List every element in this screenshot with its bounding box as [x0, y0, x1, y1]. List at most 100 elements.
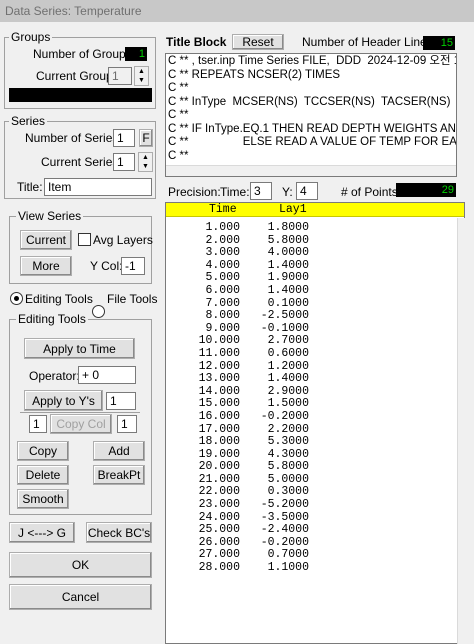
j-g-button[interactable]: J <---> G — [9, 522, 75, 543]
add-button[interactable]: Add — [93, 441, 145, 461]
current-group-spinner[interactable]: ▲ ▼ — [134, 66, 149, 86]
title-label: Title: — [17, 180, 43, 194]
header-lines-label: Number of Header Lines: — [302, 35, 437, 49]
precision-label: Precision: — [168, 185, 221, 199]
precision-time-input[interactable]: 3 — [250, 182, 272, 200]
table-row[interactable]: 16.000 -0.2000 — [166, 409, 464, 424]
lay1-cell: -2.4000 — [260, 523, 309, 537]
lay1-cell: -2.5000 — [260, 309, 309, 323]
title-block-line: C ** InType MCSER(NS) TCCSER(NS) TACSER(… — [168, 95, 451, 108]
time-cell: 18.000 — [198, 435, 240, 449]
lay1-cell: 4.0000 — [267, 246, 309, 260]
copy-col-to-input[interactable]: 1 — [117, 415, 137, 433]
table-row[interactable]: 13.000 1.4000 — [166, 373, 464, 386]
lay1-cell: 1.4000 — [267, 283, 309, 297]
points-display: 29 — [396, 183, 456, 197]
precision-y-label: Y: — [282, 185, 293, 199]
time-cell: 11.000 — [198, 346, 240, 360]
table-row[interactable]: 23.000 -5.2000 — [166, 498, 464, 512]
table-row[interactable]: 25.000 -2.4000 — [166, 524, 464, 537]
table-row[interactable]: 8.000 -2.5000 — [166, 310, 464, 323]
view-series-legend: View Series — [16, 209, 84, 223]
operator-label: Operator: — [29, 369, 80, 383]
points-label: # of Points: — [341, 185, 402, 199]
cancel-button[interactable]: Cancel — [9, 584, 152, 610]
table-row[interactable]: 18.000 5.3000 — [166, 435, 464, 449]
time-cell: 23.000 — [198, 498, 240, 512]
spin-down-icon[interactable]: ▼ — [135, 76, 148, 85]
precision-time-label: Time: — [220, 185, 250, 199]
lay1-cell: 1.8000 — [267, 221, 309, 234]
delete-button[interactable]: Delete — [17, 465, 69, 485]
editing-tools-radio[interactable] — [10, 292, 23, 305]
ycol-label: Y Col: — [90, 259, 123, 273]
copy-col-from-input[interactable]: 1 — [29, 415, 47, 433]
lay1-cell: -5.2000 — [260, 498, 309, 512]
breakpt-button[interactable]: BreakPt — [93, 465, 145, 485]
precision-y-input[interactable]: 4 — [296, 182, 318, 200]
lay1-cell: -0.2000 — [260, 409, 309, 423]
table-row[interactable]: 1.000 1.8000 — [166, 221, 464, 235]
grid-vscrollbar[interactable] — [457, 218, 469, 644]
more-button[interactable]: More — [20, 256, 72, 276]
title-block-line: C ** — [168, 149, 189, 162]
num-groups-display: 1 — [125, 47, 147, 61]
title-block-textarea[interactable]: C ** , tser.inp Time Series FILE, DDD 20… — [165, 53, 457, 177]
divider — [20, 412, 140, 413]
title-block-hscrollbar[interactable] — [166, 165, 456, 176]
current-button[interactable]: Current — [20, 230, 72, 250]
data-grid[interactable]: Time Lay1 1.000 1.8000 2.000 5.8000 3.000 4.0… — [165, 202, 465, 644]
time-cell: 1.000 — [205, 221, 240, 234]
smooth-button[interactable]: Smooth — [17, 489, 69, 509]
time-cell: 8.000 — [205, 309, 240, 323]
file-tools-radio[interactable] — [92, 305, 105, 318]
file-tools-radio-label: File Tools — [107, 292, 158, 306]
current-group-input[interactable]: 1 — [108, 67, 132, 85]
table-row[interactable]: 28.000 1.1000 — [166, 561, 464, 575]
check-bcs-button[interactable]: Check BC's — [86, 522, 152, 543]
avg-layers-checkbox[interactable] — [78, 233, 91, 246]
spin-up-icon[interactable]: ▲ — [135, 67, 148, 76]
current-group-label: Current Group: — [36, 69, 117, 83]
f-button[interactable]: F — [139, 129, 153, 147]
reset-button[interactable]: Reset — [232, 34, 284, 50]
current-series-spinner[interactable]: ▲ ▼ — [138, 152, 153, 172]
copy-button[interactable]: Copy — [17, 441, 69, 461]
table-row[interactable]: 11.000 0.6000 — [166, 346, 464, 361]
time-cell: 3.000 — [205, 246, 240, 260]
grid-header: Time Lay1 — [166, 203, 464, 217]
spin-up-icon[interactable]: ▲ — [139, 153, 152, 162]
apply-to-ys-input[interactable]: 1 — [106, 392, 136, 410]
title-block-line: C ** IF InType.EQ.1 THEN READ DEPTH WEIG… — [168, 122, 457, 135]
table-row[interactable]: 6.000 1.4000 — [166, 283, 464, 298]
title-block-line: C ** — [168, 109, 189, 121]
groups-legend: Groups — [9, 30, 53, 44]
lay1-cell: 1.1000 — [267, 561, 309, 575]
title-block-line: C ** — [168, 82, 189, 94]
operator-input[interactable]: + 0 — [78, 366, 136, 384]
series-legend: Series — [9, 114, 48, 128]
editing-tools-legend: Editing Tools — [16, 312, 88, 326]
header-time: Time — [209, 203, 237, 216]
header-lines-display: 15 — [423, 36, 455, 50]
title-block-line: C ** REPEATS NCSER(2) TIMES — [168, 68, 341, 81]
current-series-input[interactable]: 1 — [113, 153, 135, 171]
editing-tools-radio-label: Editing Tools — [25, 292, 93, 306]
table-row[interactable]: 3.000 4.0000 — [166, 247, 464, 260]
time-cell: 25.000 — [198, 523, 240, 537]
time-cell: 16.000 — [198, 409, 240, 423]
apply-to-ys-button[interactable]: Apply to Y's — [24, 390, 103, 411]
time-cell: 20.000 — [198, 460, 240, 474]
series-title-input[interactable]: Item — [44, 178, 152, 196]
table-row[interactable]: 20.000 5.8000 — [166, 461, 464, 474]
num-series-label: Number of Series: — [25, 131, 122, 145]
time-cell: 13.000 — [198, 372, 240, 386]
spin-down-icon[interactable]: ▼ — [139, 162, 152, 171]
title-block-line: C ** ELSE READ A VALUE OF TEMP FOR EAC — [168, 136, 457, 148]
ycol-input[interactable]: -1 — [121, 257, 145, 275]
ok-button[interactable]: OK — [9, 552, 152, 578]
apply-to-time-button[interactable]: Apply to Time — [24, 338, 135, 359]
lay1-cell: 5.3000 — [267, 435, 309, 449]
num-series-input[interactable]: 1 — [113, 129, 135, 147]
copy-col-button[interactable]: Copy Col — [50, 414, 112, 434]
